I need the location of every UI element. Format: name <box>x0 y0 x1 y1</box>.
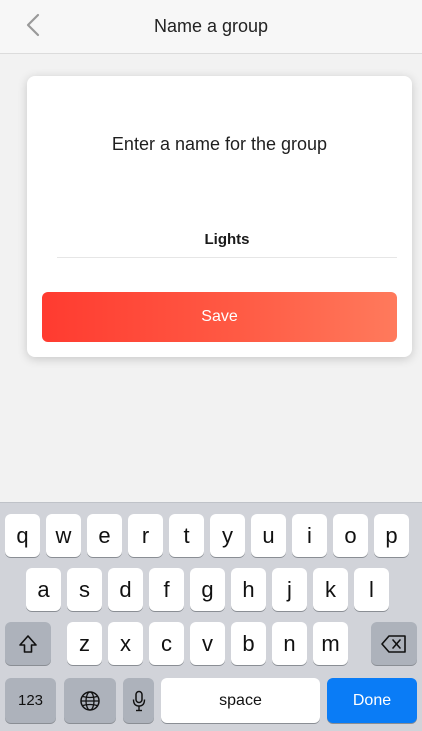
key-x[interactable]: x <box>108 622 143 665</box>
key-q[interactable]: q <box>5 514 40 557</box>
key-f[interactable]: f <box>149 568 184 611</box>
key-l[interactable]: l <box>354 568 389 611</box>
shift-key[interactable] <box>5 622 51 665</box>
page-title: Name a group <box>153 16 269 36</box>
delete-key[interactable] <box>371 622 417 665</box>
delete-icon <box>381 634 407 654</box>
microphone-key[interactable] <box>123 678 154 723</box>
key-r[interactable]: r <box>128 514 163 557</box>
numbers-key[interactable]: 123 <box>5 678 56 723</box>
key-c[interactable]: c <box>149 622 184 665</box>
prompt-text: Enter a name for the group <box>111 134 328 154</box>
back-button[interactable] <box>18 12 48 42</box>
key-w[interactable]: w <box>46 514 81 557</box>
navigation-bar: Name a group <box>0 0 422 54</box>
key-m[interactable]: m <box>313 622 348 665</box>
shift-icon <box>17 633 39 655</box>
key-s[interactable]: s <box>67 568 102 611</box>
space-key[interactable]: space <box>161 678 320 723</box>
key-v[interactable]: v <box>190 622 225 665</box>
key-i[interactable]: i <box>292 514 327 557</box>
done-key[interactable]: Done <box>327 678 417 723</box>
key-e[interactable]: e <box>87 514 122 557</box>
screen: Name a group Enter a name for the group … <box>0 0 422 731</box>
key-a[interactable]: a <box>26 568 61 611</box>
key-g[interactable]: g <box>190 568 225 611</box>
key-h[interactable]: h <box>231 568 266 611</box>
key-d[interactable]: d <box>108 568 143 611</box>
key-p[interactable]: p <box>374 514 409 557</box>
key-y[interactable]: y <box>210 514 245 557</box>
group-name-input[interactable] <box>57 222 397 258</box>
key-o[interactable]: o <box>333 514 368 557</box>
microphone-icon <box>132 690 146 712</box>
globe-key[interactable] <box>64 678 116 723</box>
globe-icon <box>79 690 101 712</box>
key-t[interactable]: t <box>169 514 204 557</box>
chevron-left-icon <box>26 13 40 42</box>
save-button[interactable]: Save <box>42 292 397 342</box>
name-group-card: Enter a name for the group Save <box>27 76 412 357</box>
key-k[interactable]: k <box>313 568 348 611</box>
key-z[interactable]: z <box>67 622 102 665</box>
key-n[interactable]: n <box>272 622 307 665</box>
keyboard: q w e r t y u i o p a s d f g h j k l z … <box>0 502 422 731</box>
key-u[interactable]: u <box>251 514 286 557</box>
key-b[interactable]: b <box>231 622 266 665</box>
key-j[interactable]: j <box>272 568 307 611</box>
